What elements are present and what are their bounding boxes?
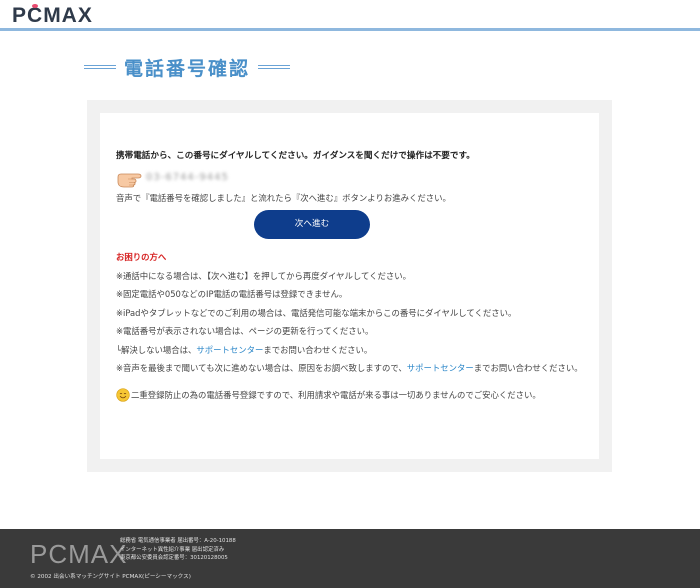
footer-info-line: インターネット異性紹介事業 届出認定済み (120, 546, 225, 553)
footer-registration-info: 総務省 電気通信事業者 届出番号：A-20-10188 インターネット異性紹介事… (120, 537, 236, 563)
next-button[interactable]: 次へ進む (254, 210, 370, 239)
title-decoration-left (84, 65, 116, 69)
note-landline: ※固定電話や050などのIP電話の電話番号は登録できません。 (116, 289, 348, 299)
verification-card: 携帯電話から、この番号にダイヤルしてください。ガイダンスを聞くだけで操作は不要で… (100, 113, 599, 459)
note-tablet: ※iPadやタブレットなどでのご利用の場合は、電話発信可能な端末からこの番号にダ… (116, 307, 517, 318)
reassurance-note: 二重登録防止の為の電話番号登録ですので、利用請求や電話が来る事は一切ありませんの… (116, 386, 586, 405)
note-cannot-proceed-prefix: ※音声を最後まで聞いても次に進めない場合は、原因をお調べ致しますので、 (116, 363, 407, 373)
note-unresolved: └解決しない場合は、サポートセンターまでお問い合わせください。 (116, 341, 586, 360)
verification-panel: 携帯電話から、この番号にダイヤルしてください。ガイダンスを聞くだけで操作は不要で… (87, 100, 612, 472)
confirmation-instruction: 音声で『電話番号を確認しました』と流れたら『次へ進む』ボタンよりお進みください。 (116, 192, 451, 203)
phone-number: 03-6744-9445 (146, 172, 229, 184)
note-unresolved-prefix: └解決しない場合は、 (116, 344, 197, 355)
note-unresolved-suffix: までお問い合わせください。 (263, 344, 373, 355)
phone-number-row: 03-6744-9445 (116, 168, 586, 190)
note-cannot-proceed: ※音声を最後まで聞いても次に進めない場合は、原因をお調べ致しますので、サポートセ… (116, 359, 586, 378)
reassurance-text: 二重登録防止の為の電話番号登録ですので、利用請求や電話が来る事は一切ありませんの… (131, 389, 541, 400)
note-refresh: ※電話番号が表示されない場合は、ページの更新を行ってください。 (116, 326, 374, 336)
support-center-link[interactable]: サポートセンター (196, 345, 263, 355)
note-cannot-proceed-suffix: までお問い合わせください。 (473, 363, 583, 373)
logo-text: PCMAX (12, 4, 93, 27)
dial-instruction: 携帯電話から、この番号にダイヤルしてください。ガイダンスを聞くだけで操作は不要で… (116, 151, 475, 161)
page-title-area: 電話番号確認 (84, 54, 291, 80)
page-title: 電話番号確認 (124, 57, 251, 80)
site-footer: PCMAX 総務省 電気通信事業者 届出番号：A-20-10188 インターネッ… (0, 529, 700, 588)
title-decoration-right (258, 65, 291, 69)
card-content: 携帯電話から、この番号にダイヤルしてください。ガイダンスを聞くだけで操作は不要で… (116, 147, 586, 404)
footer-logo[interactable]: PCMAX (30, 539, 127, 570)
footer-info-line: 総務省 電気通信事業者 届出番号：A-20-10188 (120, 538, 236, 544)
site-header: PCMAX (0, 0, 700, 31)
trouble-heading: お困りの方へ (116, 252, 167, 262)
smile-icon (116, 387, 130, 402)
pointing-hand-icon (117, 173, 142, 187)
support-center-link-2[interactable]: サポートセンター (407, 363, 474, 373)
copyright: © 2002 出会い系マッチングサイト PCMAX(ピーシーマックス) (30, 574, 191, 580)
note-busy-line: ※通話中になる場合は、【次へ進む】を押してから再度ダイヤルしてください。 (116, 270, 411, 281)
footer-info-line: 東京都公安委員会認定番号：30120128005 (120, 555, 228, 562)
site-logo[interactable]: PCMAX (12, 4, 93, 28)
